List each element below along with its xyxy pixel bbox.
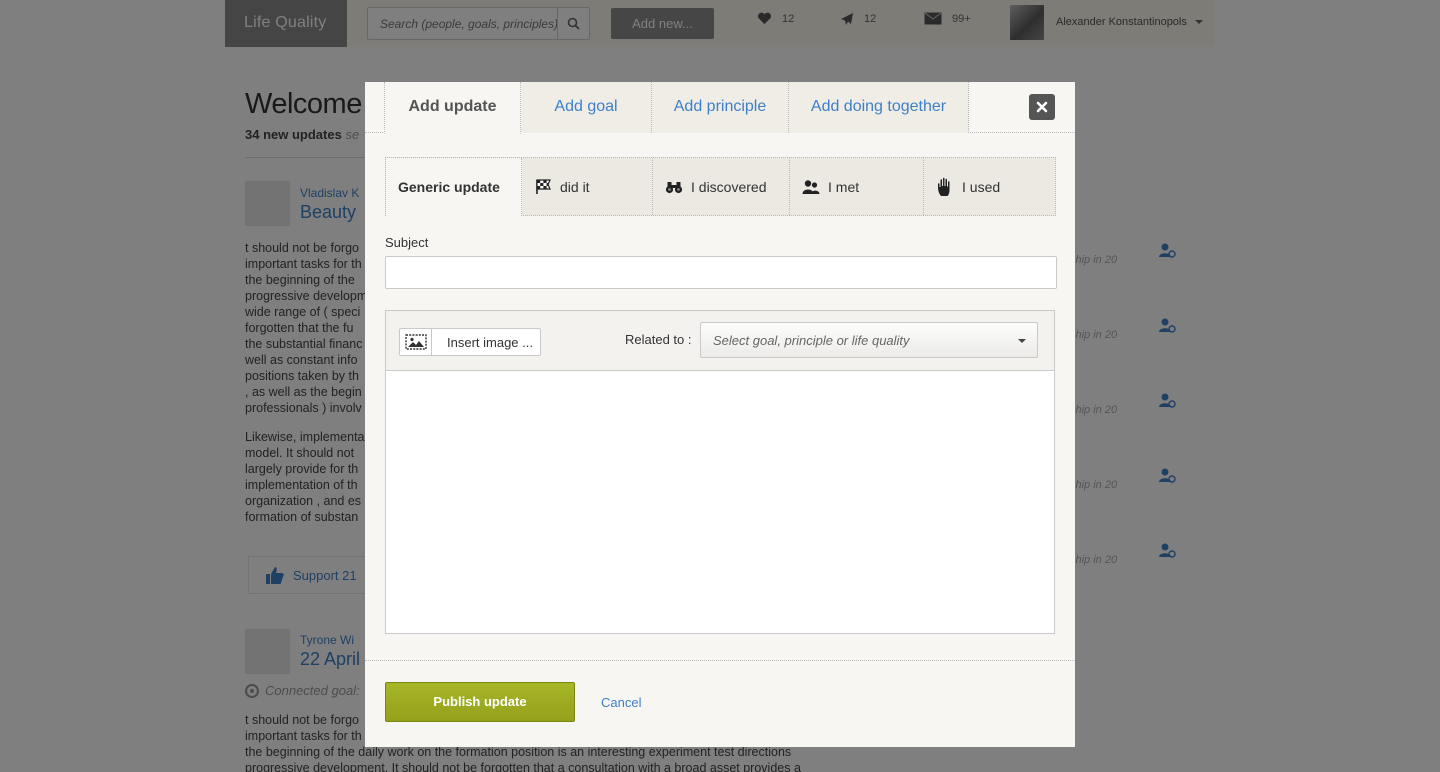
subtab-label: I met xyxy=(828,178,860,195)
editor-toolbar: Insert image ... Related to : Select goa… xyxy=(386,311,1054,371)
subtab-label: Generic update xyxy=(398,179,500,195)
modal-footer: Publish update Cancel xyxy=(365,660,1075,747)
subject-label: Subject xyxy=(385,235,429,250)
people-icon xyxy=(802,178,820,196)
checkered-flag-icon xyxy=(534,178,552,196)
close-icon xyxy=(1036,101,1048,113)
subtab-i-used[interactable]: I used xyxy=(924,158,1055,215)
subtab-i-met[interactable]: I met xyxy=(790,158,924,215)
add-update-dialog: Add update Add goal Add principle Add do… xyxy=(365,82,1075,747)
publish-update-button[interactable]: Publish update xyxy=(385,682,575,722)
subtab-label: did it xyxy=(560,178,590,195)
update-type-tabs: Generic update did it I discovered I met… xyxy=(385,157,1056,216)
insert-image-label: Insert image ... xyxy=(447,334,533,350)
related-to-label: Related to : xyxy=(625,332,692,347)
subtab-label: I discovered xyxy=(691,178,767,195)
chevron-down-icon xyxy=(1018,339,1026,343)
tab-add-update[interactable]: Add update xyxy=(384,82,521,134)
close-button[interactable] xyxy=(1029,94,1055,120)
image-icon xyxy=(400,329,432,355)
subject-input[interactable] xyxy=(385,256,1057,289)
cancel-link[interactable]: Cancel xyxy=(601,695,641,710)
related-to-placeholder: Select goal, principle or life quality xyxy=(713,332,910,348)
tab-add-principle[interactable]: Add principle xyxy=(652,82,789,133)
tab-add-doing-together[interactable]: Add doing together xyxy=(789,82,969,133)
subtab-label: I used xyxy=(962,178,1001,195)
subtab-did-it[interactable]: did it xyxy=(522,158,653,215)
tab-add-goal[interactable]: Add goal xyxy=(521,82,652,133)
subtab-generic-update[interactable]: Generic update xyxy=(386,158,522,216)
related-to-select[interactable]: Select goal, principle or life quality xyxy=(700,322,1038,358)
modal-tab-bar: Add update Add goal Add principle Add do… xyxy=(365,82,1075,134)
subtab-i-discovered[interactable]: I discovered xyxy=(653,158,790,215)
update-editor: Insert image ... Related to : Select goa… xyxy=(385,310,1055,634)
binoculars-icon xyxy=(665,178,683,196)
insert-image-button[interactable]: Insert image ... xyxy=(399,328,541,356)
hand-icon xyxy=(936,177,954,196)
update-body-textarea[interactable] xyxy=(386,371,1054,633)
